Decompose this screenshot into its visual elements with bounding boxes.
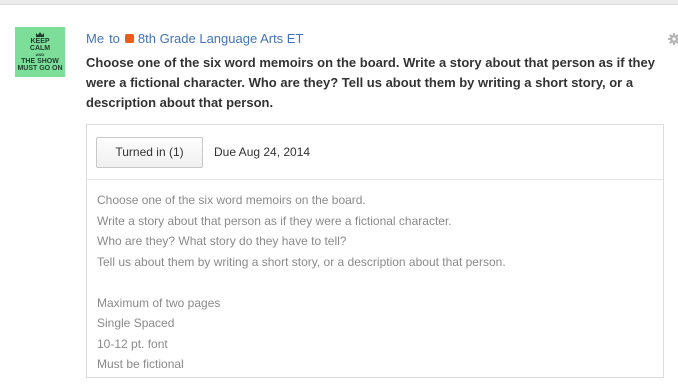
requirement-line: 10-12 pt. font: [97, 336, 168, 351]
avatar-line-and: AND: [35, 52, 45, 57]
requirement-line: Single Spaced: [97, 316, 175, 330]
requirement-line: Maximum of two pages: [97, 295, 221, 310]
stream-post: KEEP CALM AND THE SHOW MUST GO ON Me to …: [0, 4, 678, 384]
avatar-line-keep: KEEP: [30, 38, 50, 45]
turned-in-button[interactable]: Turned in (1): [96, 136, 203, 168]
assignment-title: Choose one of the six word memoirs on th…: [86, 55, 655, 110]
due-date: Due Aug 24, 2014: [214, 145, 311, 159]
assignment-description: Choose one of the six word memoirs on th…: [87, 180, 663, 375]
class-color-icon: [124, 34, 134, 43]
description-line: Write a story about that person as if th…: [97, 213, 452, 228]
avatar-line-the-show: THE SHOW: [21, 58, 59, 65]
connector-text: to: [109, 31, 120, 46]
avatar-line-calm: CALM: [29, 45, 51, 52]
post-header: Me to 8th Grade Language Arts ET: [86, 31, 303, 46]
avatar-line-must-go-on: MUST GO ON: [17, 65, 63, 72]
description-line: Tell us about them by writing a short st…: [97, 254, 506, 269]
assignment-box: Turned in (1) Due Aug 24, 2014 Choose on…: [86, 124, 664, 378]
assignment-box-header: Turned in (1) Due Aug 24, 2014: [87, 125, 663, 180]
description-line: Who are they? What story do they have to…: [97, 234, 347, 248]
class-link[interactable]: 8th Grade Language Arts ET: [138, 31, 304, 46]
author-name[interactable]: Me: [86, 31, 104, 46]
crown-icon: [36, 32, 44, 37]
requirement-line: Must be fictional: [97, 357, 184, 371]
gear-icon[interactable]: [668, 33, 678, 45]
description-line: Choose one of the six word memoirs on th…: [97, 193, 366, 207]
avatar: KEEP CALM AND THE SHOW MUST GO ON: [15, 27, 65, 77]
